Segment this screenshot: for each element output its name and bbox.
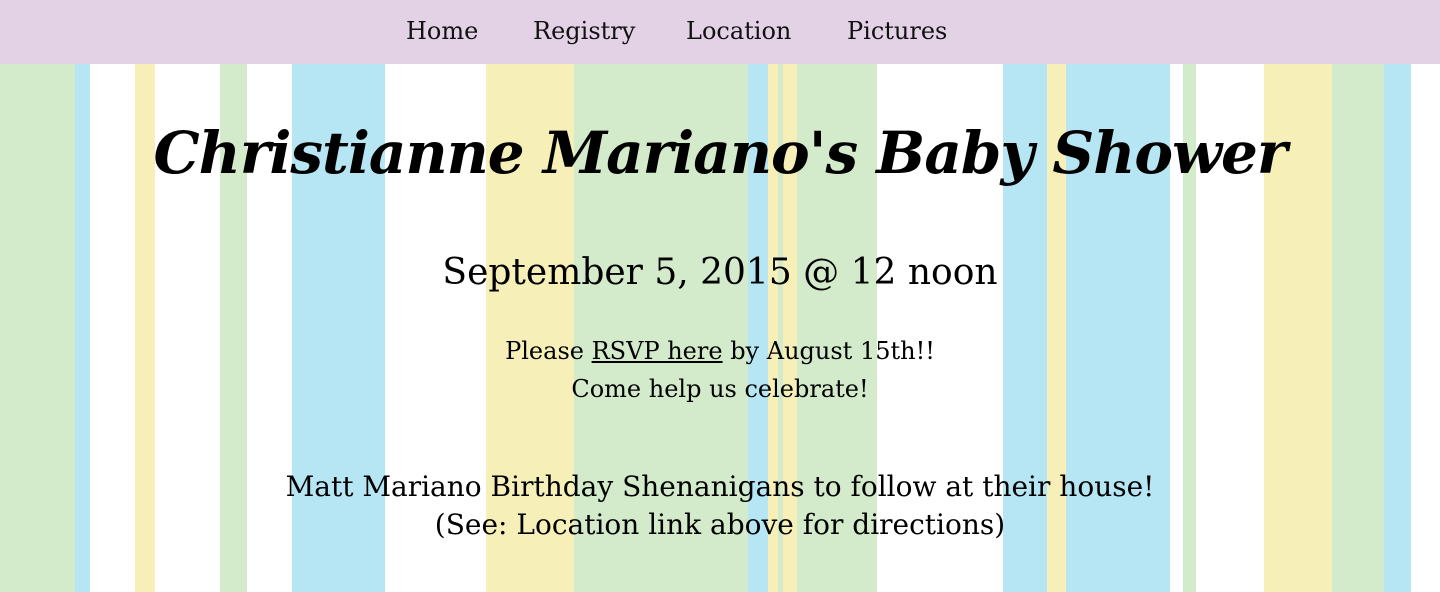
- rsvp-section: Please RSVP here by August 15th!! Come h…: [0, 332, 1440, 408]
- nav-link-home[interactable]: Home: [406, 16, 478, 46]
- page-title: Christianne Mariano's Baby Shower: [153, 119, 1287, 187]
- main-content: Christianne Mariano's Baby Shower Septem…: [0, 64, 1440, 592]
- nav-link-pictures[interactable]: Pictures: [847, 16, 947, 46]
- celebrate-text: Come help us celebrate!: [571, 375, 869, 403]
- top-nav: Home Registry Location Pictures: [0, 0, 1440, 64]
- followup-line-2: (See: Location link above for directions…: [434, 508, 1006, 541]
- rsvp-line: Please RSVP here by August 15th!!: [0, 332, 1440, 370]
- followup-section: Matt Mariano Birthday Shenanigans to fol…: [0, 468, 1440, 544]
- nav-link-location[interactable]: Location: [686, 16, 791, 46]
- event-date: September 5, 2015 @ 12 noon: [442, 252, 998, 293]
- rsvp-prefix: Please: [505, 337, 592, 365]
- followup-line-1: Matt Mariano Birthday Shenanigans to fol…: [285, 470, 1155, 503]
- rsvp-suffix: by August 15th!!: [722, 337, 935, 365]
- rsvp-link[interactable]: RSVP here: [592, 337, 723, 365]
- nav-link-registry[interactable]: Registry: [533, 16, 635, 46]
